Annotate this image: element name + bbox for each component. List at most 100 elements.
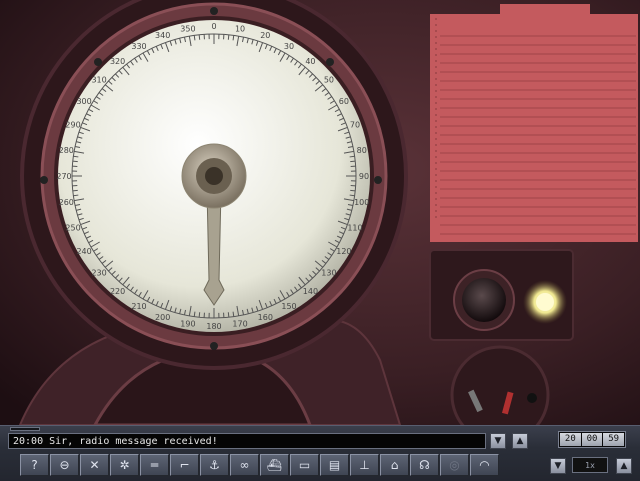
dial-label: 60: [339, 97, 349, 106]
headphones-button[interactable]: ☊: [410, 454, 439, 476]
compass-button[interactable]: ✕: [80, 454, 109, 476]
dial-label: 50: [324, 76, 334, 85]
crew-icon: ⌂: [391, 458, 399, 472]
time-compression-up-button[interactable]: ▲: [616, 458, 632, 474]
dial-label: 180: [206, 322, 221, 331]
torpedo-button[interactable]: ═: [140, 454, 169, 476]
headphones-icon: ☊: [419, 458, 430, 472]
dial-label: 260: [59, 198, 74, 207]
map-icon: ▭: [299, 458, 310, 472]
dial-tick: [199, 35, 200, 40]
message-progress: [10, 427, 40, 431]
dial-label: 190: [180, 320, 195, 329]
dial-label: 230: [91, 268, 106, 277]
dial-label: 240: [76, 247, 91, 256]
dial-tick: [350, 161, 355, 162]
hydrophone-icon: ◎: [449, 458, 459, 472]
message-text: Sir, radio message received!: [49, 436, 218, 447]
dial-label: 350: [180, 24, 195, 33]
dial-label: 290: [65, 121, 80, 130]
dial-label: 330: [131, 42, 146, 51]
torpedo-icon: ═: [151, 458, 158, 472]
dial-label: 130: [321, 268, 336, 277]
station-toolbar: ? ⊖ ✕ ✲ ═ ⌐ ⚓ ∞ ⛴ ▭ ▤ ⊥ ⌂ ☊ ◎ ◠: [20, 454, 518, 476]
dial-tick: [199, 312, 200, 317]
dial-label: 320: [110, 57, 125, 66]
dial-label: 10: [235, 24, 245, 33]
clock-minutes: 00: [582, 433, 603, 446]
dial-label: 280: [59, 146, 74, 155]
dial-label: 270: [56, 172, 71, 181]
dial-label: 300: [76, 97, 91, 106]
aa-gun-button[interactable]: ⚓: [200, 454, 229, 476]
dial-tick: [194, 312, 195, 317]
dial-label: 100: [354, 198, 369, 207]
dial-tick: [350, 156, 355, 157]
dial-label: 340: [155, 31, 170, 40]
message-log: 20:00 Sir, radio message received!: [8, 433, 486, 449]
dial-label: 140: [303, 287, 318, 296]
message-time: 20:00: [13, 436, 43, 447]
ship-button[interactable]: ⛴: [260, 454, 289, 476]
help-button[interactable]: ?: [20, 454, 49, 476]
time-compression-display: 1x: [572, 457, 608, 473]
volume-knob[interactable]: [462, 278, 506, 322]
game-clock: 20 00 59: [558, 431, 626, 448]
message-scroll-up-button[interactable]: ▲: [512, 433, 528, 449]
dial-label: 70: [350, 121, 360, 130]
radio-room-panel: 350 0 10 20 30 40 50 60 70 80 90 100 110 120 130 140 150…: [0, 0, 640, 425]
dial-label: 250: [65, 223, 80, 232]
dial-tick: [228, 35, 229, 40]
dial-label: 90: [359, 172, 369, 181]
dial-tick: [350, 190, 355, 191]
dial-label: 170: [232, 320, 247, 329]
aa-gun-icon: ⚓: [209, 458, 220, 472]
dial-label: 200: [155, 313, 170, 322]
dial-tick: [73, 190, 78, 191]
dial-label: 80: [357, 146, 367, 155]
sonar-button[interactable]: ⊥: [350, 454, 379, 476]
dial-label: 220: [110, 287, 125, 296]
engine-icon: ∞: [240, 458, 250, 472]
dial-label: 20: [260, 31, 270, 40]
dial-tick: [350, 195, 355, 196]
command-bar: 20:00 Sir, radio message received! ▼ ▲ ?…: [0, 425, 640, 481]
dial-label: 310: [91, 76, 106, 85]
map-button[interactable]: ▭: [290, 454, 319, 476]
dial-label: 30: [284, 42, 294, 51]
radio-button[interactable]: ▤: [320, 454, 349, 476]
dial-label: 160: [258, 313, 273, 322]
engine-button[interactable]: ∞: [230, 454, 259, 476]
radio-room-scene: 350 0 10 20 30 40 50 60 70 80 90 100 110 120 130 140 150…: [0, 0, 640, 425]
dial-tick: [233, 35, 234, 40]
dial-tick: [73, 156, 78, 157]
deck-gun-button[interactable]: ⌐: [170, 454, 199, 476]
compass-icon: ✕: [89, 458, 99, 472]
periscope-button[interactable]: ⊖: [50, 454, 79, 476]
dial-label: 120: [336, 247, 351, 256]
dial-label: 110: [347, 223, 362, 232]
dial-tick: [194, 35, 195, 40]
dial-label: 210: [131, 302, 146, 311]
dial-label: 150: [281, 302, 296, 311]
sun-button[interactable]: ✲: [110, 454, 139, 476]
sun-icon: ✲: [119, 458, 129, 472]
dial-label: 0: [211, 22, 216, 31]
periscope-icon: ⊖: [59, 458, 69, 472]
clock-seconds: 59: [603, 433, 624, 446]
dial-label: 40: [305, 57, 315, 66]
message-scroll-down-button[interactable]: ▼: [490, 433, 506, 449]
hydrophone-button[interactable]: ◎: [440, 454, 469, 476]
notepad: [430, 4, 638, 242]
deck-gun-icon: ⌐: [179, 458, 189, 472]
time-compression-down-button[interactable]: ▼: [550, 458, 566, 474]
dial-tick: [73, 195, 78, 196]
ship-icon: ⛴: [267, 458, 282, 472]
crew-button[interactable]: ⌂: [380, 454, 409, 476]
dial-tick: [73, 161, 78, 162]
radio-icon: ▤: [329, 458, 340, 472]
gauge-button[interactable]: ◠: [470, 454, 499, 476]
dial-tick: [228, 312, 229, 317]
clock-hours: 20: [560, 433, 581, 446]
gauge-icon: ◠: [479, 458, 489, 472]
